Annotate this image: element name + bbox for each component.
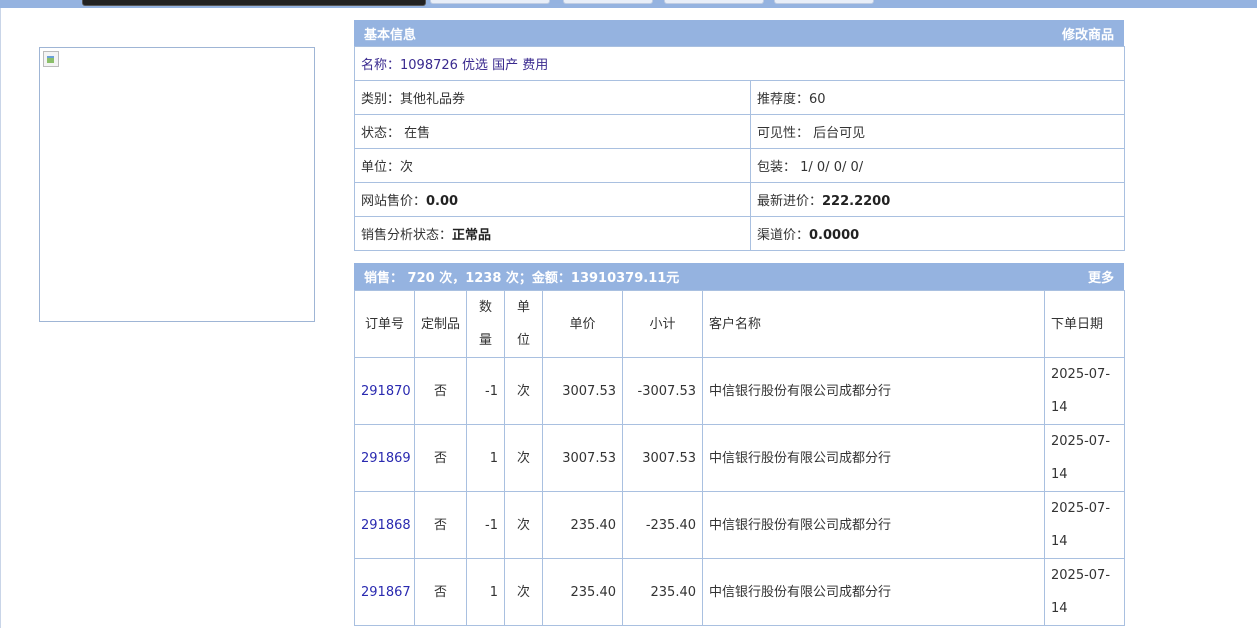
unit-cell: 次 bbox=[504, 558, 543, 626]
sales-summary: 销售： 720 次，1238 次；金额：13910379.11元 bbox=[364, 271, 680, 286]
basic-info-panel: 基本信息 修改商品 名称：1098726 优选 国产 费用 类别：其他礼品券 推… bbox=[353, 20, 1126, 251]
order-link[interactable]: 291868 bbox=[361, 518, 411, 533]
product-recommend: 推荐度：60 bbox=[749, 80, 1126, 115]
order-link[interactable]: 291870 bbox=[361, 384, 411, 399]
custom-cell: 否 bbox=[414, 558, 467, 626]
table-row: 291867 否 1 次 235.40 235.40 中信银行股份有限公司成都分… bbox=[354, 558, 1125, 626]
site-price: 网站售价：0.00 bbox=[354, 182, 751, 217]
basic-info-table: 名称：1098726 优选 国产 费用 类别：其他礼品券 推荐度：60 状态： … bbox=[353, 46, 1126, 251]
unit-cell: 次 bbox=[504, 357, 543, 425]
price-cell: 3007.53 bbox=[542, 424, 623, 492]
date-cell: 2025-07-14 bbox=[1044, 491, 1125, 559]
col-order: 订单号 bbox=[354, 290, 415, 358]
col-customer: 客户名称 bbox=[702, 290, 1045, 358]
table-row: 291868 否 -1 次 235.40 -235.40 中信银行股份有限公司成… bbox=[354, 491, 1125, 559]
col-price: 单价 bbox=[542, 290, 623, 358]
search-box[interactable] bbox=[82, 0, 426, 6]
analysis-status: 销售分析状态：正常品 bbox=[354, 216, 751, 251]
date-cell: 2025-07-14 bbox=[1044, 558, 1125, 626]
analysis-status-value: 正常品 bbox=[452, 228, 492, 243]
basic-info-title: 基本信息 bbox=[364, 27, 417, 43]
custom-cell: 否 bbox=[414, 424, 467, 492]
date-cell: 2025-07-14 bbox=[1044, 424, 1125, 492]
product-status: 状态： 在售 bbox=[354, 114, 751, 149]
product-category: 类别：其他礼品券 bbox=[354, 80, 751, 115]
sales-header: 销售： 720 次，1238 次；金额：13910379.11元 更多 bbox=[354, 263, 1124, 290]
qty-cell: 1 bbox=[466, 424, 505, 492]
customer-cell: 中信银行股份有限公司成都分行 bbox=[702, 491, 1045, 559]
qty-cell: -1 bbox=[466, 491, 505, 559]
subtotal-cell: 235.40 bbox=[622, 558, 703, 626]
more-link[interactable]: 更多 bbox=[1088, 267, 1114, 286]
latest-cost-value: 222.2200 bbox=[822, 194, 891, 209]
product-name: 名称：1098726 优选 国产 费用 bbox=[353, 46, 1126, 81]
unit-cell: 次 bbox=[504, 491, 543, 559]
sales-table: 订单号 定制品 数量 单位 单价 小计 客户名称 下单日期 291870 否 -… bbox=[354, 290, 1125, 626]
custom-cell: 否 bbox=[414, 357, 467, 425]
product-unit: 单位：次 bbox=[354, 148, 751, 183]
table-row: 291870 否 -1 次 3007.53 -3007.53 中信银行股份有限公… bbox=[354, 357, 1125, 425]
sales-panel: 销售： 720 次，1238 次；金额：13910379.11元 更多 订单号 … bbox=[354, 263, 1125, 626]
product-packaging: 包装： 1/ 0/ 0/ 0/ bbox=[749, 148, 1126, 183]
channel-price: 渠道价：0.0000 bbox=[749, 216, 1126, 251]
col-unit: 单位 bbox=[504, 290, 543, 358]
basic-info-header: 基本信息 修改商品 bbox=[354, 20, 1124, 46]
top-toolbar bbox=[0, 0, 1257, 8]
sales-table-header: 订单号 定制品 数量 单位 单价 小计 客户名称 下单日期 bbox=[354, 290, 1125, 358]
toolbar-tab[interactable] bbox=[664, 0, 764, 4]
qty-cell: 1 bbox=[466, 558, 505, 626]
subtotal-cell: -3007.53 bbox=[622, 357, 703, 425]
customer-cell: 中信银行股份有限公司成都分行 bbox=[702, 558, 1045, 626]
channel-price-label: 渠道价： bbox=[757, 228, 810, 243]
col-subtotal: 小计 bbox=[622, 290, 703, 358]
edit-product-link[interactable]: 修改商品 bbox=[1062, 24, 1114, 43]
site-price-value: 0.00 bbox=[426, 194, 459, 209]
table-row: 291869 否 1 次 3007.53 3007.53 中信银行股份有限公司成… bbox=[354, 424, 1125, 492]
customer-cell: 中信银行股份有限公司成都分行 bbox=[702, 357, 1045, 425]
channel-price-value: 0.0000 bbox=[809, 228, 860, 243]
custom-cell: 否 bbox=[414, 491, 467, 559]
order-link[interactable]: 291867 bbox=[361, 585, 411, 600]
latest-cost-label: 最新进价： bbox=[757, 194, 823, 209]
col-date: 下单日期 bbox=[1044, 290, 1125, 358]
broken-image-icon bbox=[43, 51, 59, 67]
site-price-label: 网站售价： bbox=[361, 194, 427, 209]
subtotal-cell: 3007.53 bbox=[622, 424, 703, 492]
price-cell: 235.40 bbox=[542, 491, 623, 559]
date-cell: 2025-07-14 bbox=[1044, 357, 1125, 425]
customer-cell: 中信银行股份有限公司成都分行 bbox=[702, 424, 1045, 492]
toolbar-tab[interactable] bbox=[774, 0, 874, 4]
col-qty: 数量 bbox=[466, 290, 505, 358]
toolbar-tab[interactable] bbox=[430, 0, 550, 4]
toolbar-tab[interactable] bbox=[563, 0, 653, 4]
analysis-status-label: 销售分析状态： bbox=[361, 228, 453, 243]
price-cell: 3007.53 bbox=[542, 357, 623, 425]
subtotal-cell: -235.40 bbox=[622, 491, 703, 559]
product-image bbox=[39, 47, 315, 322]
col-custom: 定制品 bbox=[414, 290, 467, 358]
price-cell: 235.40 bbox=[542, 558, 623, 626]
left-border bbox=[0, 8, 1, 628]
latest-cost: 最新进价：222.2200 bbox=[749, 182, 1126, 217]
qty-cell: -1 bbox=[466, 357, 505, 425]
order-link[interactable]: 291869 bbox=[361, 451, 411, 466]
unit-cell: 次 bbox=[504, 424, 543, 492]
product-visibility: 可见性： 后台可见 bbox=[749, 114, 1126, 149]
